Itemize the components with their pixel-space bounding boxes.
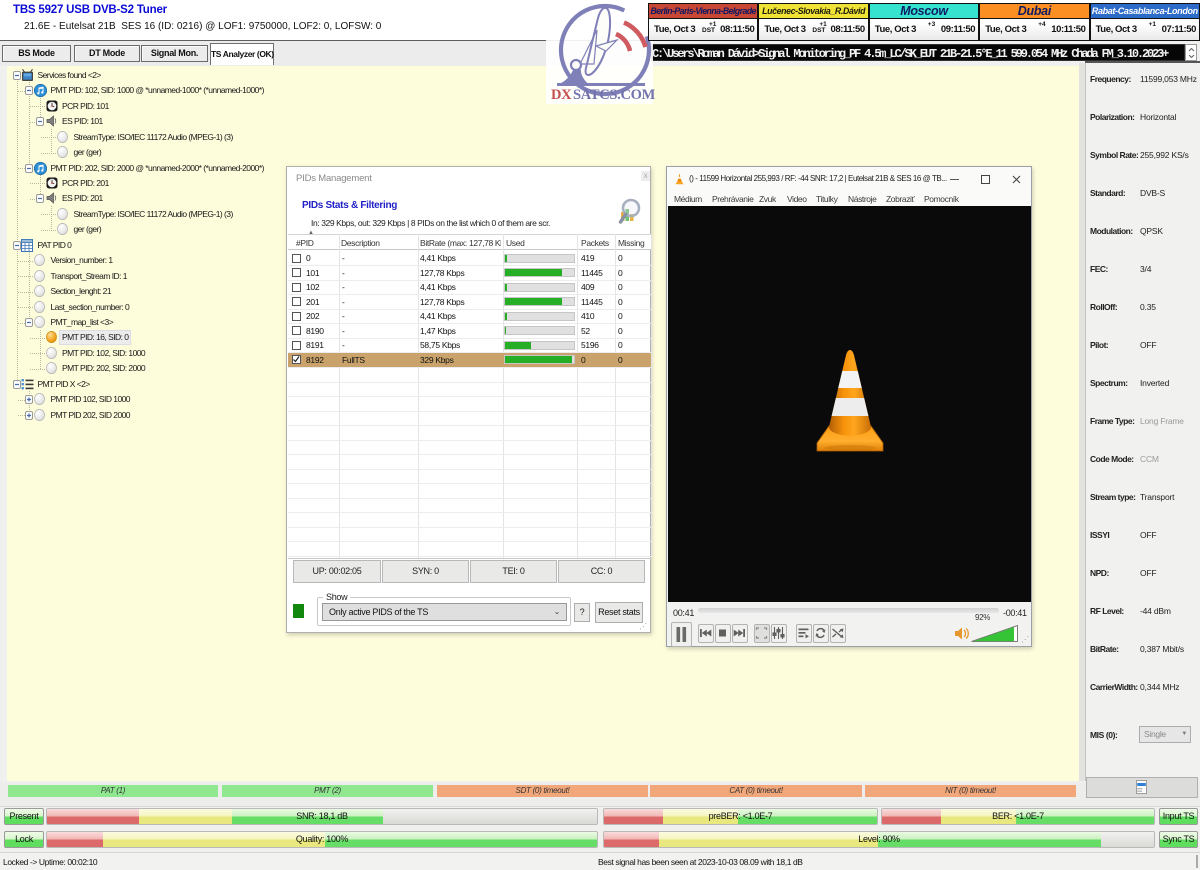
svg-text:DX: DX — [551, 87, 572, 103]
svg-text:SATCS.COM: SATCS.COM — [573, 87, 656, 103]
